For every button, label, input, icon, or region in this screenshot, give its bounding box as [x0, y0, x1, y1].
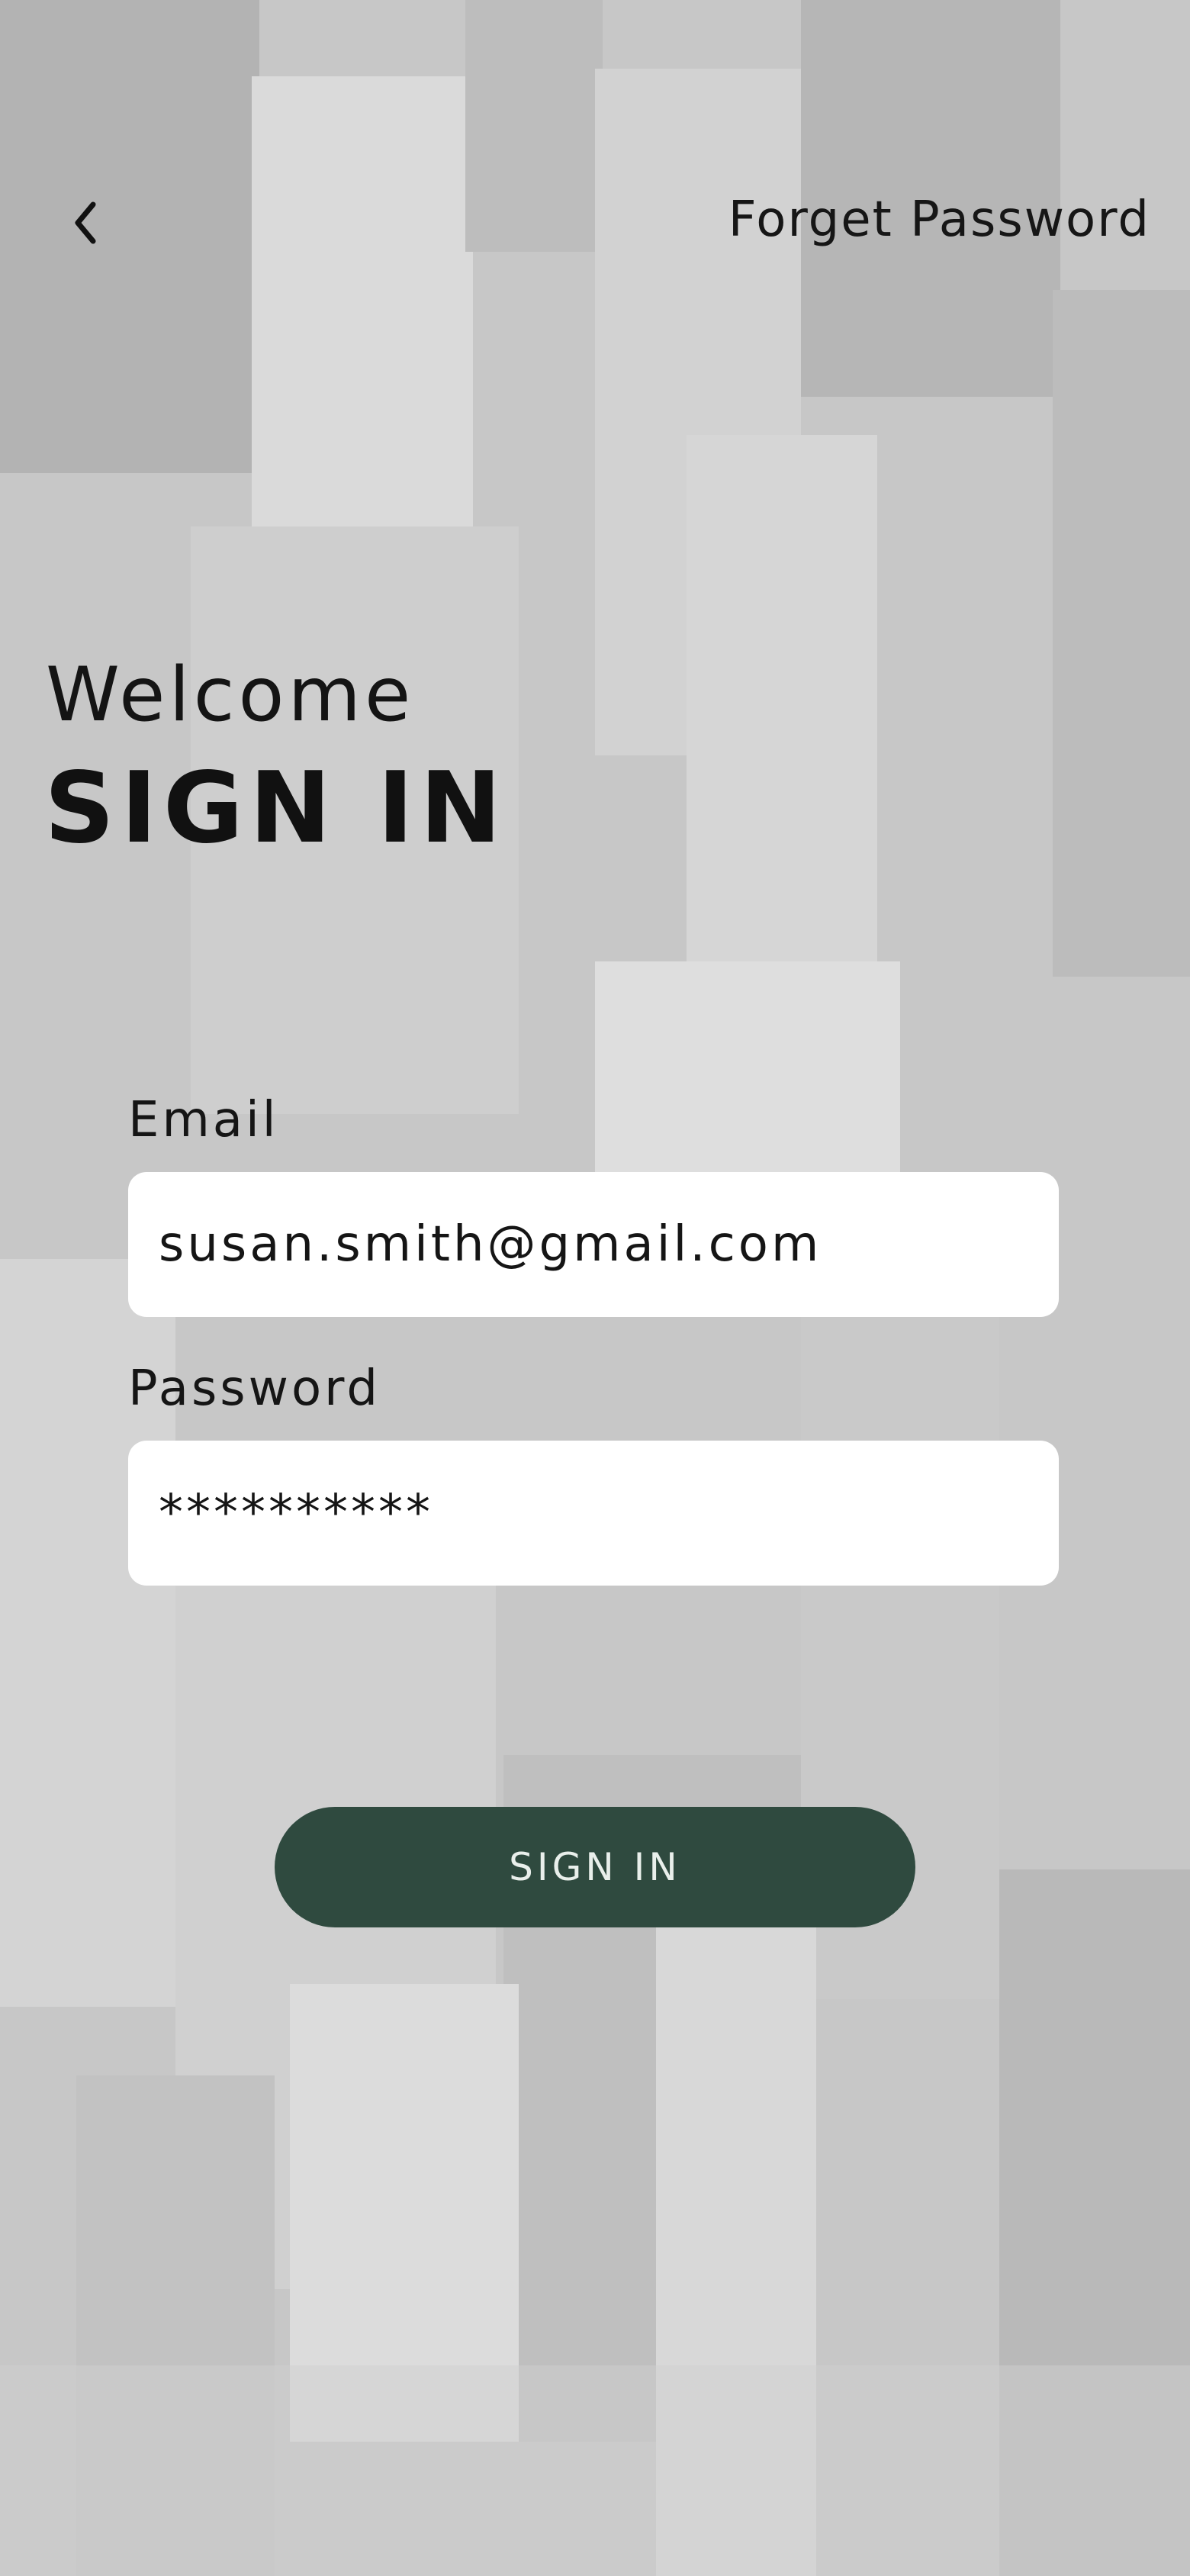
sign-in-screen: Forget Password Welcome SIGN IN Email su…: [0, 0, 1190, 2576]
email-value: susan.smith@gmail.com: [159, 1216, 822, 1273]
back-button[interactable]: [63, 192, 108, 253]
password-value: **********: [159, 1485, 433, 1541]
password-label: Password: [128, 1360, 381, 1417]
email-field[interactable]: susan.smith@gmail.com: [128, 1172, 1059, 1317]
welcome-text: Welcome: [46, 652, 415, 739]
chevron-left-icon: [75, 201, 96, 244]
forget-password-link[interactable]: Forget Password: [728, 188, 1150, 252]
password-field[interactable]: **********: [128, 1441, 1059, 1586]
email-label: Email: [128, 1092, 279, 1148]
sign-in-button-label: SIGN IN: [509, 1845, 681, 1889]
sign-in-button[interactable]: SIGN IN: [275, 1807, 915, 1927]
page-title: SIGN IN: [44, 752, 508, 865]
